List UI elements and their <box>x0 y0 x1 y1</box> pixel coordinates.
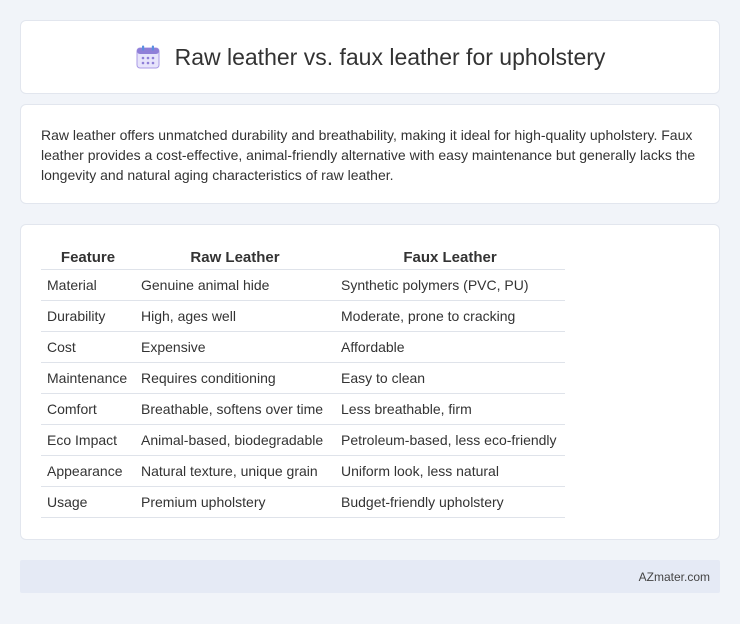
row-feature: Comfort <box>41 393 135 425</box>
row-faux: Moderate, prone to cracking <box>335 300 565 332</box>
row-faux: Synthetic polymers (PVC, PU) <box>335 269 565 301</box>
row-feature: Cost <box>41 331 135 363</box>
table-row: Maintenance Requires conditioning Easy t… <box>41 362 565 394</box>
table-row: Material Genuine animal hide Synthetic p… <box>41 269 565 301</box>
row-feature: Material <box>41 269 135 301</box>
table-row: Cost Expensive Affordable <box>41 331 565 363</box>
row-raw: Premium upholstery <box>135 486 335 518</box>
row-faux: Uniform look, less natural <box>335 455 565 487</box>
row-faux: Affordable <box>335 331 565 363</box>
row-raw: Expensive <box>135 331 335 363</box>
header-faux-leather: Faux Leather <box>335 245 565 270</box>
row-feature: Maintenance <box>41 362 135 394</box>
row-feature: Usage <box>41 486 135 518</box>
row-feature: Appearance <box>41 455 135 487</box>
row-faux: Less breathable, firm <box>335 393 565 425</box>
row-raw: Natural texture, unique grain <box>135 455 335 487</box>
row-feature: Durability <box>41 300 135 332</box>
row-raw: Breathable, softens over time <box>135 393 335 425</box>
header-feature: Feature <box>41 245 135 270</box>
summary-card: Raw leather offers unmatched durability … <box>20 104 720 204</box>
row-raw: Requires conditioning <box>135 362 335 394</box>
row-faux: Easy to clean <box>335 362 565 394</box>
row-faux: Budget-friendly upholstery <box>335 486 565 518</box>
title-wrap: Raw leather vs. faux leather for upholst… <box>135 43 606 71</box>
comparison-table: Feature Raw Leather Faux Leather Materia… <box>41 245 565 518</box>
header-raw-leather: Raw Leather <box>135 245 335 270</box>
calendar-icon <box>135 44 161 70</box>
page-title: Raw leather vs. faux leather for upholst… <box>174 43 606 70</box>
title-card: Raw leather vs. faux leather for upholst… <box>20 20 720 94</box>
footer-brand: AZmater.com <box>638 569 710 584</box>
row-raw: Animal-based, biodegradable <box>135 424 335 456</box>
row-raw: High, ages well <box>135 300 335 332</box>
row-faux: Petroleum-based, less eco-friendly <box>335 424 565 456</box>
row-feature: Eco Impact <box>41 424 135 456</box>
table-header-row: Feature Raw Leather Faux Leather <box>41 245 565 270</box>
table-row: Usage Premium upholstery Budget-friendly… <box>41 486 565 518</box>
table-row: Durability High, ages well Moderate, pro… <box>41 300 565 332</box>
comparison-card: Feature Raw Leather Faux Leather Materia… <box>20 224 720 540</box>
footer: AZmater.com <box>20 560 720 593</box>
table-row: Comfort Breathable, softens over time Le… <box>41 393 565 425</box>
table-row: Appearance Natural texture, unique grain… <box>41 455 565 487</box>
table-row: Eco Impact Animal-based, biodegradable P… <box>41 424 565 456</box>
summary-text: Raw leather offers unmatched durability … <box>41 127 696 183</box>
row-raw: Genuine animal hide <box>135 269 335 301</box>
